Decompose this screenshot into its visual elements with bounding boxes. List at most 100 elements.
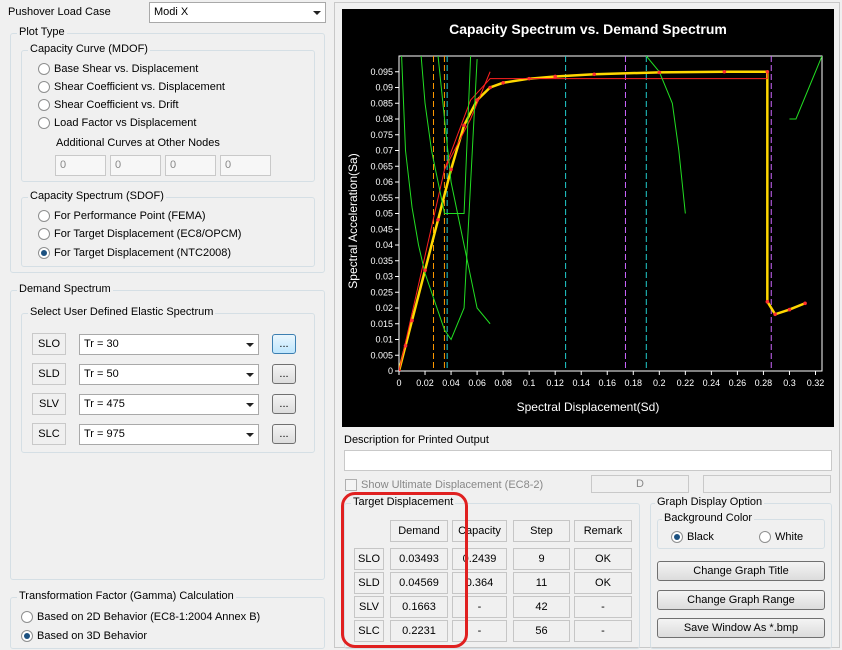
x-tick-label: 0.3 <box>783 378 796 388</box>
x-tick-label: 0.08 <box>494 378 512 388</box>
description-input[interactable] <box>344 450 832 471</box>
description-label: Description for Printed Output <box>344 434 489 446</box>
radio-label: Black <box>687 531 714 543</box>
highlight-outline <box>341 492 468 648</box>
demand-spectrum-title: Demand Spectrum <box>17 283 113 295</box>
radio-icon[interactable] <box>38 99 50 111</box>
radio-selected-icon[interactable] <box>671 531 683 543</box>
radio-icon[interactable] <box>38 81 50 93</box>
y-tick-label: 0.08 <box>375 114 393 124</box>
x-tick-label: 0.28 <box>755 378 773 388</box>
radio-icon[interactable] <box>38 117 50 129</box>
change-graph-title-button[interactable]: Change Graph Title <box>657 561 825 581</box>
capacity-point <box>765 69 770 74</box>
additional-curves-label: Additional Curves at Other Nodes <box>56 137 220 149</box>
y-tick-label: 0.035 <box>370 256 393 266</box>
chevron-down-icon[interactable] <box>246 433 254 437</box>
x-tick-label: 0 <box>396 378 401 388</box>
x-tick-label: 0.32 <box>807 378 825 388</box>
node-input-2[interactable]: 0 <box>110 155 161 176</box>
radio-shear-coef-drift[interactable]: Shear Coefficient vs. Drift <box>38 99 179 111</box>
spectrum-browse-slc[interactable]: ... <box>272 424 296 444</box>
pushover-label: Pushover Load Case <box>8 6 111 18</box>
chevron-down-icon[interactable] <box>246 403 254 407</box>
radio-selected-icon[interactable] <box>21 630 33 642</box>
radio-gamma-3d[interactable]: Based on 3D Behavior <box>21 630 147 642</box>
radio-target-ntc[interactable]: For Target Displacement (NTC2008) <box>38 247 231 259</box>
radio-bg-white[interactable]: White <box>759 531 803 543</box>
radio-icon[interactable] <box>38 63 50 75</box>
radio-load-factor[interactable]: Load Factor vs Displacement <box>38 117 196 129</box>
capacity-point <box>765 299 770 304</box>
capacity-point <box>423 268 427 273</box>
node-input-3[interactable]: 0 <box>165 155 216 176</box>
chevron-down-icon[interactable] <box>246 373 254 377</box>
radio-target-ec8[interactable]: For Target Displacement (EC8/OPCM) <box>38 228 241 240</box>
y-tick-label: 0.05 <box>375 209 393 219</box>
x-tick-label: 0.24 <box>703 378 721 388</box>
radio-gamma-2d[interactable]: Based on 2D Behavior (EC8-1:2004 Annex B… <box>21 611 260 623</box>
spectrum-combo-slo[interactable]: Tr = 30 <box>79 334 259 355</box>
ultimate-checkbox[interactable] <box>345 479 357 491</box>
radio-performance-point[interactable]: For Performance Point (FEMA) <box>38 210 206 222</box>
target-step: 42 <box>513 596 570 618</box>
y-tick-label: 0.085 <box>370 98 393 108</box>
y-tick-label: 0.015 <box>370 319 393 329</box>
capacity-curve-title: Capacity Curve (MDOF) <box>28 43 150 55</box>
spectrum-browse-sld[interactable]: ... <box>272 364 296 384</box>
radio-shear-coef-disp[interactable]: Shear Coefficient vs. Displacement <box>38 81 225 93</box>
level-sld: SLD <box>32 363 66 385</box>
chevron-down-icon[interactable] <box>246 343 254 347</box>
y-tick-label: 0.055 <box>370 193 393 203</box>
save-window-button[interactable]: Save Window As *.bmp <box>657 618 825 638</box>
ultimate-d-field[interactable]: D <box>591 475 689 493</box>
level-slo: SLO <box>32 333 66 355</box>
radio-icon[interactable] <box>38 228 50 240</box>
radio-icon[interactable] <box>38 210 50 222</box>
level-slc: SLC <box>32 423 66 445</box>
radio-label: For Performance Point (FEMA) <box>54 210 206 222</box>
capacity-point <box>527 76 531 81</box>
spectrum-combo-slc[interactable]: Tr = 975 <box>79 424 259 445</box>
chart-xlabel: Spectral Displacement(Sd) <box>517 400 660 414</box>
y-tick-label: 0.02 <box>375 303 393 313</box>
target-remark: - <box>574 620 632 642</box>
chart-title: Capacity Spectrum vs. Demand Spectrum <box>449 21 727 37</box>
spectrum-combo-sld[interactable]: Tr = 50 <box>79 364 259 385</box>
spectrum-combo-slv[interactable]: Tr = 475 <box>79 394 259 415</box>
capacity-point <box>553 74 557 79</box>
capacity-point <box>787 307 792 312</box>
radio-bg-black[interactable]: Black <box>671 531 714 543</box>
change-graph-range-button[interactable]: Change Graph Range <box>657 590 825 610</box>
radio-label: For Target Displacement (NTC2008) <box>54 247 232 259</box>
combo-value: Tr = 50 <box>84 368 119 380</box>
radio-base-shear[interactable]: Base Shear vs. Displacement <box>38 63 198 75</box>
radio-selected-icon[interactable] <box>38 247 50 259</box>
y-tick-label: 0.045 <box>370 224 393 234</box>
gamma-title: Transformation Factor (Gamma) Calculatio… <box>17 590 236 602</box>
y-tick-label: 0.03 <box>375 272 393 282</box>
bg-color-title: Background Color <box>662 512 755 524</box>
radio-label: Load Factor vs Displacement <box>54 117 197 129</box>
x-tick-label: 0.16 <box>598 378 616 388</box>
y-tick-label: 0.065 <box>370 161 393 171</box>
level-slv: SLV <box>32 393 66 415</box>
spectrum-browse-slo[interactable]: ... <box>272 334 296 354</box>
x-tick-label: 0.22 <box>677 378 695 388</box>
node-input-1[interactable]: 0 <box>55 155 106 176</box>
ultimate-extra-field[interactable] <box>703 475 831 493</box>
capacity-point <box>722 69 727 74</box>
radio-label: White <box>775 531 804 543</box>
target-step: 11 <box>513 572 570 594</box>
y-tick-label: 0.07 <box>375 146 393 156</box>
radio-label: Based on 2D Behavior (EC8-1:2004 Annex B… <box>37 611 261 623</box>
chevron-down-icon[interactable] <box>313 11 321 15</box>
node-input-4[interactable]: 0 <box>220 155 271 176</box>
radio-icon[interactable] <box>759 531 771 543</box>
x-tick-label: 0.02 <box>416 378 434 388</box>
target-remark: OK <box>574 572 632 594</box>
spectrum-browse-slv[interactable]: ... <box>272 394 296 414</box>
capacity-point <box>475 98 479 102</box>
radio-icon[interactable] <box>21 611 33 623</box>
pushover-combo[interactable]: Modi X <box>149 2 326 23</box>
